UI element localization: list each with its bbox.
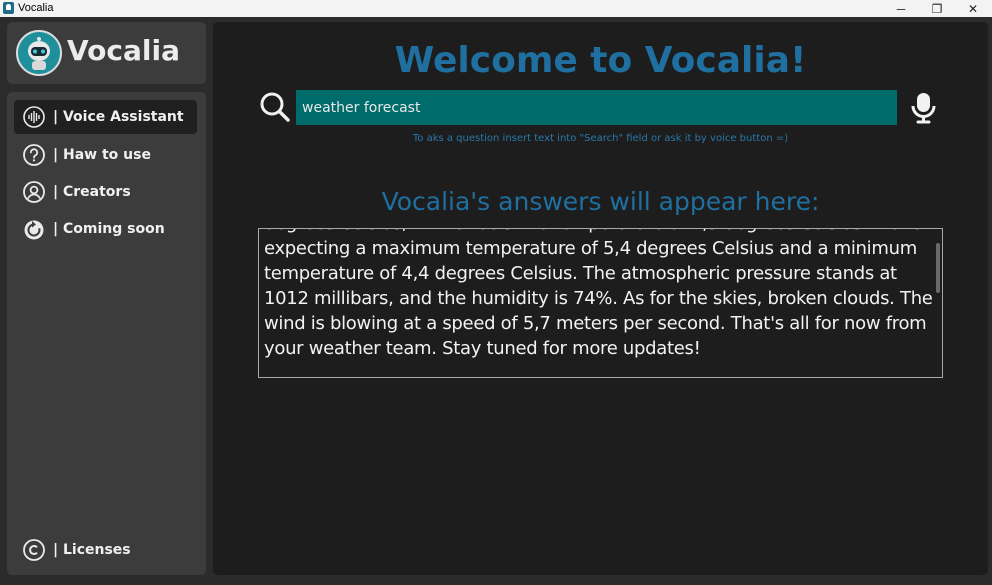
sidebar-item-label: | Creators <box>53 184 131 200</box>
question-circle-icon <box>23 144 45 166</box>
user-circle-icon <box>23 181 45 203</box>
minimize-button[interactable]: ─ <box>883 0 919 17</box>
microphone-icon <box>911 93 936 124</box>
refresh-arrow-icon <box>23 218 45 240</box>
sidebar-item-how-to-use[interactable]: | Haw to use <box>14 138 197 172</box>
answers-heading: Vocalia's answers will appear here: <box>381 187 820 216</box>
sidebar-item-licenses[interactable]: | Licenses <box>14 533 197 567</box>
close-button[interactable]: ✕ <box>955 0 991 17</box>
voice-button[interactable] <box>906 90 941 125</box>
app-icon <box>3 2 14 14</box>
copyright-icon <box>23 539 45 561</box>
page-title: Welcome to Vocalia! <box>394 40 807 81</box>
sidebar-item-label: | Licenses <box>53 542 131 558</box>
sidebar-item-label: | Voice Assistant <box>53 109 184 125</box>
main-panel: Welcome to Vocalia! To aks a question in… <box>213 22 988 575</box>
sidebar: | Voice Assistant | Haw to use | Creator… <box>7 92 206 575</box>
answer-textbox[interactable]: degrees Celsius, with a feels-like tempe… <box>258 228 943 378</box>
scrollbar-thumb[interactable] <box>936 243 940 293</box>
restore-button[interactable]: ❐ <box>919 0 955 17</box>
sidebar-item-creators[interactable]: | Creators <box>14 175 197 209</box>
logo-panel: Vocalia <box>7 22 206 84</box>
robot-avatar-icon <box>16 30 62 76</box>
window-titlebar: Vocalia ─ ❐ ✕ <box>0 0 992 17</box>
sidebar-item-label: | Haw to use <box>53 147 151 163</box>
search-hint: To aks a question insert text into "Sear… <box>412 133 789 144</box>
search-icon <box>259 91 291 123</box>
voice-wave-icon <box>23 106 45 128</box>
sidebar-item-voice-assistant[interactable]: | Voice Assistant <box>14 100 197 134</box>
answer-text: degrees Celsius, with a feels-like tempe… <box>264 229 933 359</box>
sidebar-item-coming-soon[interactable]: | Coming soon <box>14 212 197 246</box>
search-input[interactable] <box>296 90 897 125</box>
window-title: Vocalia <box>18 2 54 14</box>
sidebar-item-label: | Coming soon <box>53 221 165 237</box>
answer-scrollbar[interactable] <box>934 229 942 377</box>
app-logo-title: Vocalia <box>67 34 180 67</box>
